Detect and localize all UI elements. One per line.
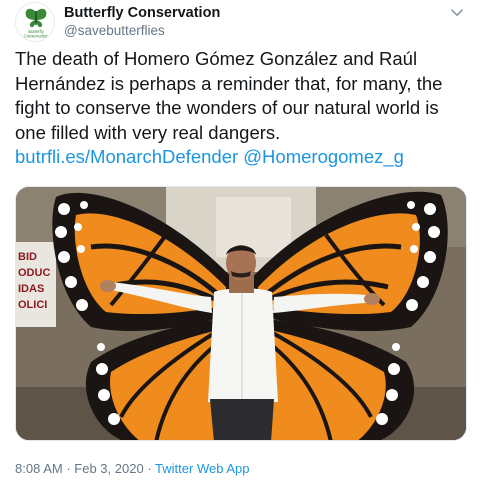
avatar[interactable]: Butterfly Conservation (15, 2, 55, 42)
author-handle[interactable]: @savebutterflies (64, 22, 220, 39)
sign-text: IDAS (18, 283, 44, 295)
footer-separator: · (66, 461, 71, 476)
sign-text: OLICI (18, 299, 47, 311)
svg-text:Conservation: Conservation (24, 34, 49, 39)
sign-text: BID (18, 251, 37, 263)
butterfly-logo-icon: Butterfly Conservation (24, 8, 49, 39)
footer-separator: · (147, 461, 152, 476)
tweet-text: The death of Homero Gómez González and R… (15, 47, 466, 170)
sign-text: ODUC (18, 267, 50, 279)
tweet-photo[interactable]: BID ODUC IDAS OLICI (15, 186, 467, 441)
tweet-card: Butterfly Conservation Butterfly Conserv… (0, 0, 481, 483)
chevron-down-icon[interactable] (448, 4, 466, 22)
tweet-link[interactable]: butrfli.es/MonarchDefender (15, 146, 238, 167)
tweet-date[interactable]: Feb 3, 2020 (74, 461, 143, 476)
tweet-header: Butterfly Conservation Butterfly Conserv… (15, 2, 466, 42)
author-display-name[interactable]: Butterfly Conservation (64, 5, 220, 22)
tweet-mention[interactable]: @Homerogomez_g (243, 146, 404, 167)
tweet-time[interactable]: 8:08 AM (15, 461, 63, 476)
author-names: Butterfly Conservation @savebutterflies (64, 5, 220, 39)
tweet-body: The death of Homero Gómez González and R… (15, 48, 443, 143)
tweet-footer: 8:08 AM · Feb 3, 2020 · Twitter Web App (15, 461, 249, 476)
monarch-photo-image: BID ODUC IDAS OLICI (16, 187, 466, 440)
tweet-source-app[interactable]: Twitter Web App (155, 461, 249, 476)
